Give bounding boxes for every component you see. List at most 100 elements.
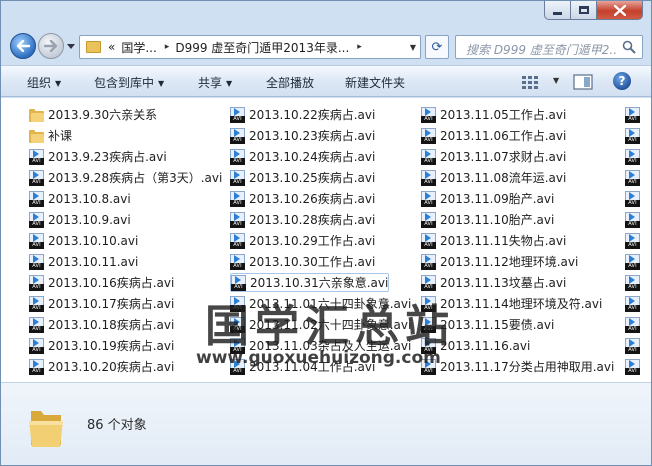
file-item-partial[interactable]: AVI <box>625 315 640 334</box>
file-item[interactable]: AVI 2013.10.16疾病占.avi <box>29 273 174 292</box>
avi-file-icon: AVI <box>625 253 640 270</box>
file-item-partial[interactable]: AVI <box>625 126 640 145</box>
file-list[interactable]: 2013.9.30六亲关系 补课 AVI 2013.9.23疾病占.avi AVI 201… <box>1 98 651 382</box>
file-item-partial[interactable]: AVI <box>625 147 640 166</box>
folder-item[interactable]: 补课 <box>29 126 72 145</box>
play-icon <box>33 254 39 263</box>
file-item[interactable]: AVI 2013.10.29工作占.avi <box>230 231 375 250</box>
help-button[interactable]: ? <box>613 72 631 90</box>
file-item[interactable]: AVI 2013.11.09胎产.avi <box>421 189 554 208</box>
file-item[interactable]: AVI 2013.10.30工作占.avi <box>230 252 375 271</box>
play-icon <box>629 128 635 137</box>
file-item[interactable]: AVI 2013.11.10胎产.avi <box>421 210 554 229</box>
file-item[interactable]: AVI 2013.10.9.avi <box>29 210 131 229</box>
file-item-partial[interactable]: AVI <box>625 252 640 271</box>
chevron-down-icon[interactable]: ▼ <box>553 76 559 85</box>
file-item[interactable]: AVI 2013.9.28疾病占（第3天）.avi <box>29 168 222 187</box>
command-bar: 组织 ▼ 包含到库中 ▼ 共享 ▼ 全部播放 新建文件夹 ▼ ? <box>1 65 651 97</box>
file-item[interactable]: AVI 2013.10.11.avi <box>29 252 138 271</box>
forward-button[interactable] <box>38 33 64 59</box>
file-name: 2013.9.28疾病占（第3天）.avi <box>48 171 223 185</box>
avi-file-icon: AVI <box>29 211 44 228</box>
recent-pages-button[interactable] <box>66 41 76 51</box>
file-item[interactable]: AVI 2013.10.20疾病占.avi <box>29 357 174 376</box>
minimize-icon <box>553 11 562 15</box>
avi-file-icon: AVI <box>29 169 44 186</box>
file-item[interactable]: AVI 2013.11.17分类占用神取用.avi <box>421 357 614 376</box>
file-item-partial[interactable]: AVI <box>625 168 640 187</box>
breadcrumb-item[interactable]: 国学... <box>121 39 156 56</box>
file-item[interactable]: AVI 2013.11.05工作占.avi <box>421 105 566 124</box>
play-all-button[interactable]: 全部播放 <box>266 74 314 91</box>
file-item-partial[interactable]: AVI <box>625 189 640 208</box>
file-item[interactable]: AVI 2013.10.18疾病占.avi <box>29 315 174 334</box>
avi-tag: AVI <box>421 262 436 270</box>
avi-tag: AVI <box>230 262 245 270</box>
close-button[interactable] <box>597 1 643 20</box>
avi-tag: AVI <box>29 157 44 165</box>
file-item-partial[interactable]: AVI <box>625 105 640 124</box>
file-name: 2013.10.9.avi <box>48 212 131 227</box>
search-input[interactable]: 搜索 D999 虚至奇门遁甲2... <box>455 35 643 59</box>
folder-item[interactable]: 2013.9.30六亲关系 <box>29 105 157 124</box>
organize-menu[interactable]: 组织 ▼ <box>27 74 61 91</box>
preview-pane-icon[interactable] <box>573 74 593 90</box>
file-item-partial[interactable]: AVI <box>625 210 640 229</box>
file-item[interactable]: AVI 2013.9.23疾病占.avi <box>29 147 167 166</box>
play-icon <box>234 191 240 200</box>
avi-tag: AVI <box>625 157 640 165</box>
file-item[interactable]: AVI 2013.10.10.avi <box>29 231 138 250</box>
play-icon <box>234 233 240 242</box>
file-item[interactable]: AVI 2013.11.06工作占.avi <box>421 126 566 145</box>
file-item-partial[interactable]: AVI <box>625 273 640 292</box>
avi-file-icon: AVI <box>29 232 44 249</box>
breadcrumb-item[interactable]: D999 虚至奇门遁甲2013年录... <box>175 39 349 56</box>
new-folder-button[interactable]: 新建文件夹 <box>345 74 405 91</box>
file-item[interactable]: AVI 2013.11.12地理环境.avi <box>421 252 578 271</box>
chevron-down-icon: ▼ <box>158 79 165 88</box>
file-item-partial[interactable]: AVI <box>625 336 640 355</box>
file-item[interactable]: AVI 2013.10.23疾病占.avi <box>230 126 375 145</box>
file-item[interactable]: AVI 2013.10.8.avi <box>29 189 131 208</box>
maximize-button[interactable] <box>571 1 597 20</box>
breadcrumb-separator-icon[interactable]: ▸ <box>165 42 170 52</box>
avi-tag: AVI <box>625 367 640 375</box>
avi-file-icon: AVI <box>625 316 640 333</box>
file-item[interactable]: AVI 2013.10.25疾病占.avi <box>230 168 375 187</box>
file-name: 2013.10.10.avi <box>48 233 139 248</box>
file-item-partial[interactable]: AVI <box>625 357 640 376</box>
file-item[interactable]: AVI 2013.11.08流年运.avi <box>421 168 566 187</box>
avi-tag: AVI <box>625 325 640 333</box>
file-item[interactable]: AVI 2013.10.17疾病占.avi <box>29 294 174 313</box>
include-in-library-label: 包含到库中 <box>94 76 155 90</box>
file-item-partial[interactable]: AVI <box>625 231 640 250</box>
play-icon <box>629 191 635 200</box>
share-menu[interactable]: 共享 ▼ <box>198 74 232 91</box>
file-item[interactable]: AVI 2013.10.26疾病占.avi <box>230 189 375 208</box>
breadcrumb-overflow[interactable]: « <box>108 40 115 54</box>
include-in-library-menu[interactable]: 包含到库中 ▼ <box>94 74 164 91</box>
minimize-button[interactable] <box>544 1 571 20</box>
play-icon <box>234 170 240 179</box>
avi-tag: AVI <box>625 283 640 291</box>
back-button[interactable] <box>10 33 36 59</box>
file-item[interactable]: AVI 2013.10.19疾病占.avi <box>29 336 174 355</box>
file-item[interactable]: AVI 2013.11.07求财占.avi <box>421 147 566 166</box>
avi-file-icon: AVI <box>625 358 640 375</box>
file-item-partial[interactable]: AVI <box>625 294 640 313</box>
avi-file-icon: AVI <box>230 106 245 123</box>
file-item[interactable]: AVI 2013.11.11失物占.avi <box>421 231 566 250</box>
avi-tag: AVI <box>230 136 245 144</box>
views-icon[interactable] <box>521 74 543 90</box>
address-bar[interactable]: « 国学... ▸ D999 虚至奇门遁甲2013年录... ▸ ▼ <box>79 35 421 59</box>
file-item[interactable]: AVI 2013.10.22疾病占.avi <box>230 105 375 124</box>
avi-tag: AVI <box>625 199 640 207</box>
play-icon <box>33 212 39 221</box>
refresh-button[interactable]: ⟳ <box>425 35 449 59</box>
breadcrumb-separator-icon[interactable]: ▸ <box>357 42 362 52</box>
avi-file-icon: AVI <box>230 169 245 186</box>
file-item[interactable]: AVI 2013.10.28疾病占.avi <box>230 210 375 229</box>
file-item[interactable]: AVI 2013.10.24疾病占.avi <box>230 147 375 166</box>
play-icon <box>33 275 39 284</box>
address-dropdown-icon[interactable]: ▼ <box>410 43 416 52</box>
